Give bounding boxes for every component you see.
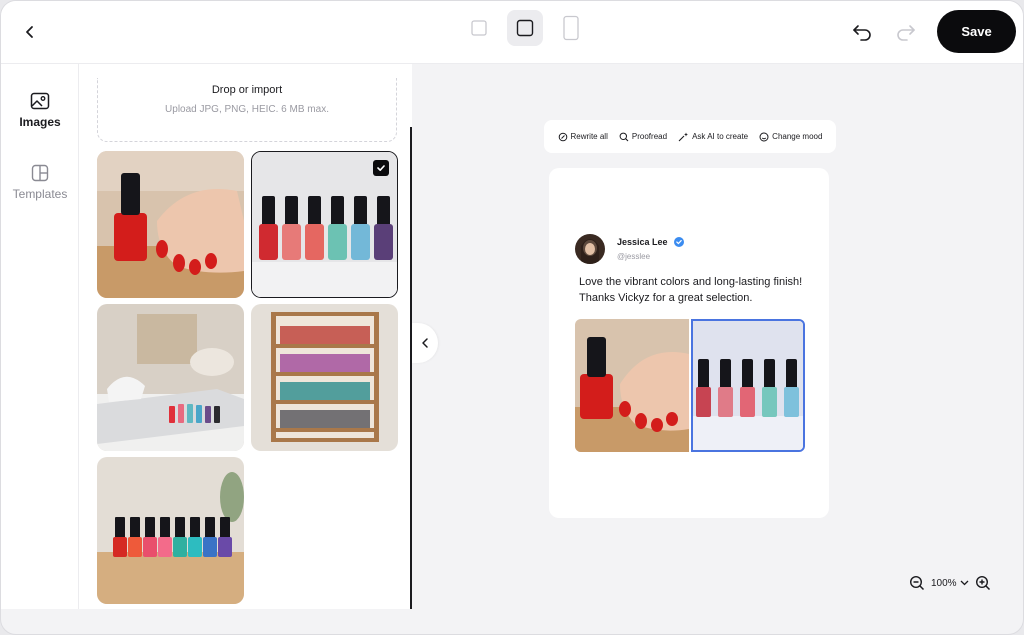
redo-icon <box>897 25 915 41</box>
post-preview-card[interactable]: Jessica Lee @jesslee Love the vibrant co… <box>549 168 829 518</box>
zoom-in-button[interactable] <box>975 575 991 591</box>
top-bar: Save <box>1 1 1023 64</box>
sparkle-wand-icon <box>678 132 689 141</box>
post-text[interactable]: Love the vibrant colors and long-lasting… <box>579 274 804 306</box>
rewrite-all-button[interactable]: Rewrite all <box>558 132 608 142</box>
smile-icon <box>759 132 769 141</box>
zoom-value: 100% <box>931 577 957 589</box>
magnifier-icon <box>619 132 629 141</box>
proofread-button[interactable]: Proofread <box>619 132 667 142</box>
change-mood-button[interactable]: Change mood <box>759 132 822 142</box>
back-button[interactable] <box>15 17 45 47</box>
undo-icon <box>853 25 871 41</box>
dropzone-title: Drop or import <box>211 84 283 96</box>
app-window: Save Images Templates Drop or import Upl… <box>0 0 1024 635</box>
rail-item-label: Templates <box>12 187 68 201</box>
square-icon <box>516 19 534 37</box>
zoom-level-dropdown[interactable]: 100% <box>931 578 969 589</box>
chevron-left-icon <box>422 338 428 348</box>
image-icon <box>30 92 50 110</box>
chevron-left-icon <box>26 26 33 38</box>
zoom-in-icon <box>975 575 990 591</box>
avatar <box>575 234 605 264</box>
device-square-button[interactable] <box>507 10 543 46</box>
image-thumbnail-polish-shelf[interactable] <box>251 304 398 451</box>
author-handle: @jesslee <box>617 252 651 261</box>
images-panel: Drop or import Upload JPG, PNG, HEIC. 6 … <box>79 64 412 609</box>
save-button[interactable]: Save <box>937 10 1016 53</box>
post-image-polish-row-selected[interactable] <box>691 319 805 452</box>
redo-button[interactable] <box>891 17 921 47</box>
portrait-rect-icon <box>563 15 579 41</box>
rail-item-label: Images <box>19 115 61 129</box>
image-thumbnail-red-polish-hand[interactable] <box>97 151 244 298</box>
post-image-red-polish-hand[interactable] <box>575 319 689 452</box>
proofread-label: Proofread <box>631 132 668 141</box>
device-small-square-button[interactable] <box>461 10 497 46</box>
left-rail: Images Templates <box>1 64 79 609</box>
dropzone-subtitle: Upload JPG, PNG, HEIC. 6 MB max. <box>165 104 329 115</box>
panel-divider <box>410 127 412 609</box>
zoom-out-icon <box>909 575 925 591</box>
collapse-panel-button[interactable] <box>412 323 438 363</box>
zoom-out-button[interactable] <box>909 575 925 591</box>
rail-item-images[interactable]: Images <box>1 92 79 129</box>
image-thumbnail-polish-table[interactable] <box>97 457 244 604</box>
chevron-down-icon <box>960 580 969 586</box>
device-switcher <box>461 10 589 46</box>
ai-toolbar: Rewrite all Proofread Ask AI to create C… <box>544 120 836 153</box>
change-mood-label: Change mood <box>772 132 823 141</box>
rewrite-all-label: Rewrite all <box>570 132 608 141</box>
rail-item-templates[interactable]: Templates <box>1 164 79 201</box>
square-small-icon <box>471 20 487 36</box>
verified-badge-icon <box>674 237 684 247</box>
image-thumbnail-polish-row-selected[interactable] <box>251 151 398 298</box>
ask-ai-label: Ask AI to create <box>692 132 749 141</box>
image-thumbnail-nail-station[interactable] <box>97 304 244 451</box>
template-icon <box>31 164 49 182</box>
undo-button[interactable] <box>847 17 877 47</box>
author-name: Jessica Lee <box>617 237 668 247</box>
check-icon <box>373 160 389 176</box>
device-portrait-button[interactable] <box>553 10 589 46</box>
zoom-controls: 100% <box>909 575 991 591</box>
upload-dropzone[interactable]: Drop or import Upload JPG, PNG, HEIC. 6 … <box>97 78 397 142</box>
ask-ai-button[interactable]: Ask AI to create <box>678 132 748 142</box>
rewrite-icon <box>558 132 567 141</box>
